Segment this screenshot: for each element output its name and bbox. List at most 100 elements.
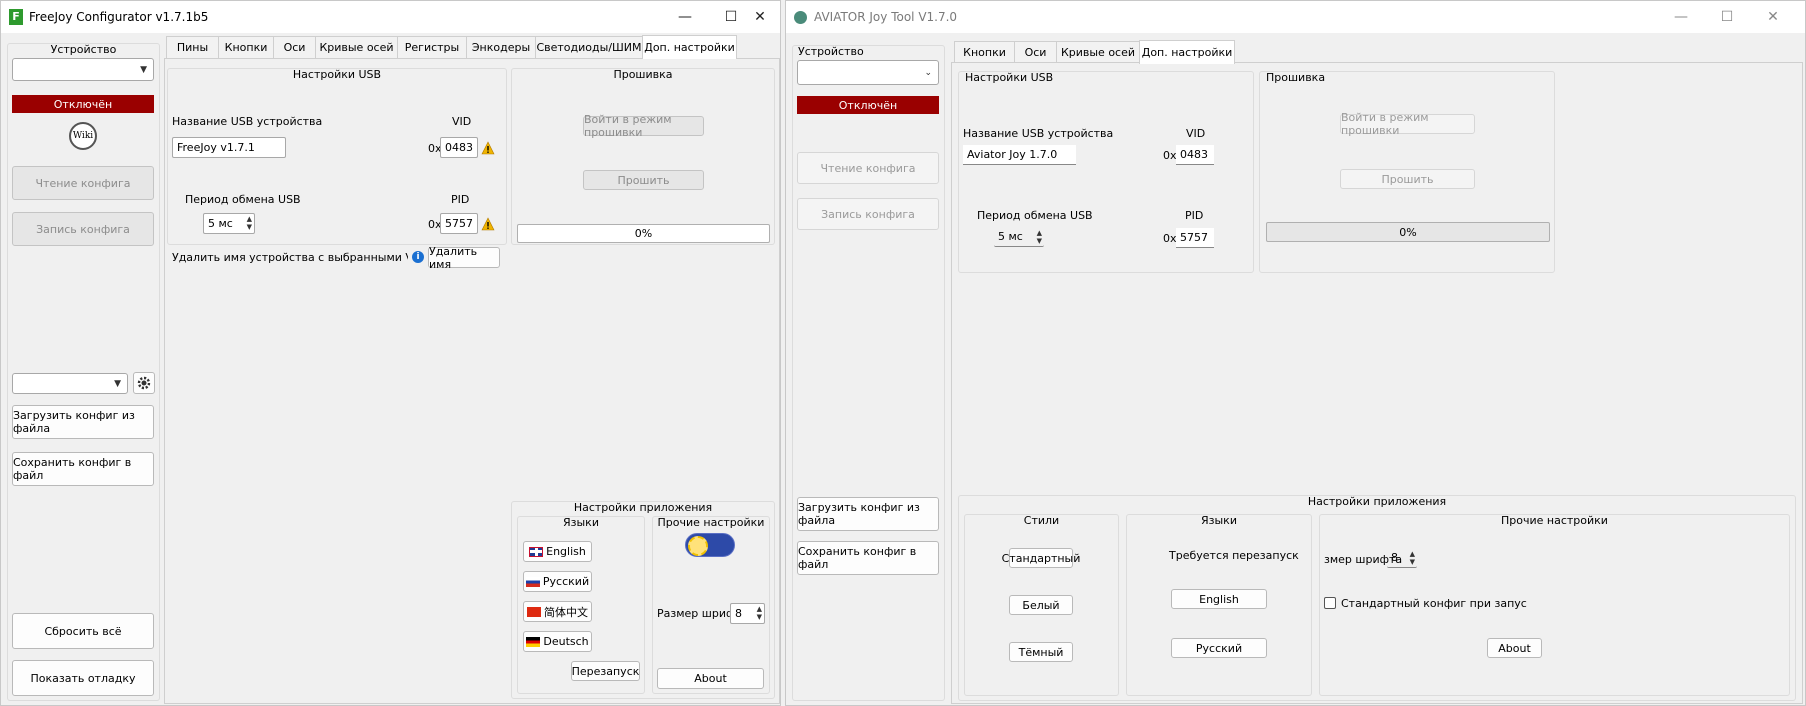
maximize-button[interactable]: ☐ [1704,1,1750,33]
tab-axis-curves[interactable]: Кривые осей [1056,41,1140,63]
font-size-spinbox[interactable]: 8 ▲ ▼ [1387,549,1417,568]
wiki-button[interactable]: Wiki [69,122,97,150]
load-config-file-button[interactable]: Загрузить конфиг из файла [12,405,154,439]
close-button[interactable]: ✕ [1750,1,1796,33]
firmware-group: Прошивка [511,68,775,245]
firmware-progress: 0% [517,224,770,243]
usb-name-label: Название USB устройства [963,127,1114,140]
lang-russian-label: Русский [542,575,590,588]
flash-button[interactable]: Прошить [1340,169,1475,189]
font-size-value: 8 [735,607,742,620]
pid-label: PID [451,193,470,206]
show-debug-button[interactable]: Показать отладку [12,660,154,696]
minimize-button[interactable]: — [662,1,708,33]
lang-russian-button[interactable]: Русский [1171,638,1267,658]
config-settings-button[interactable] [133,372,155,394]
usb-name-input[interactable]: Aviator Joy 1.7.0 [963,145,1076,165]
lang-english-button[interactable]: English [1171,589,1267,609]
style-white-button[interactable]: Белый [1009,595,1073,615]
reset-all-button[interactable]: Сбросить всё [12,613,154,649]
tab-registers[interactable]: Регистры [397,36,467,58]
write-config-button[interactable]: Запись конфига [797,198,939,230]
lang-russian-button[interactable]: Русский [523,571,592,592]
lang-german-label: Deutsch [543,635,589,648]
vid-input[interactable]: 0483 [440,137,478,158]
lang-chinese-label: 简体中文 [544,605,588,619]
tab-axis-curves[interactable]: Кривые осей [315,36,398,58]
title-bar: F FreeJoy Configurator v1.7.1b5 — ☐ ✕ [1,1,780,33]
close-button[interactable]: ✕ [737,1,783,33]
chevron-down-icon: ▼ [114,378,121,389]
vid-input[interactable]: 0483 [1176,145,1214,165]
load-config-file-button[interactable]: Загрузить конфиг из файла [797,497,939,531]
device-group-title: Устройство [798,45,864,58]
usb-period-label: Период обмена USB [185,193,301,206]
china-flag-icon [527,606,541,617]
usb-settings-title: Настройки USB [292,68,382,81]
tab-encoders[interactable]: Энкодеры [466,36,536,58]
delete-name-button[interactable]: Удалить имя [428,245,500,271]
languages-title: Языки [563,516,599,529]
app-settings-title: Настройки приложения [1307,495,1447,508]
minimize-button[interactable]: — [1658,1,1704,33]
firmware-title: Прошивка [613,68,673,81]
flash-button[interactable]: Прошить [583,170,704,190]
usb-period-spinbox[interactable]: 5 мс ▲ ▼ [994,228,1044,247]
window-title: FreeJoy Configurator v1.7.1b5 [29,10,209,24]
usb-settings-title: Настройки USB [965,71,1054,84]
spin-arrows-icon: ▲ ▼ [246,215,252,231]
window-title: AVIATOR Joy Tool V1.7.0 [814,10,958,24]
tab-pins[interactable]: Пины [166,36,219,58]
app-logo-icon: F [9,9,23,25]
usb-period-value: 5 мс [998,230,1023,243]
device-select[interactable]: ⌄ [797,60,939,85]
tab-axes[interactable]: Оси [273,36,316,58]
lang-german-button[interactable]: Deutsch [523,631,592,652]
pid-input[interactable]: 5757 [440,213,478,234]
other-settings-title: Прочие настройки [1501,514,1608,527]
read-config-button[interactable]: Чтение конфига [12,166,154,200]
usb-period-spinbox[interactable]: 5 мс ▲ ▼ [203,213,255,234]
style-dark-button[interactable]: Тёмный [1009,642,1073,662]
tab-leds-pwm[interactable]: Светодиоды/ШИМ [535,36,643,58]
read-config-button[interactable]: Чтение конфига [797,152,939,184]
font-size-spinbox[interactable]: 8 ▲ ▼ [730,603,765,624]
device-group: Устройство [792,45,945,701]
tab-buttons[interactable]: Кнопки [954,41,1015,63]
std-config-label: Стандартный конфиг при запус [1341,597,1527,610]
firmware-progress: 0% [1266,222,1550,242]
usb-name-input[interactable]: FreeJoy v1.7.1 [172,137,286,158]
enter-flash-mode-button[interactable]: Войти в режим прошивки [1340,111,1475,137]
restart-button[interactable]: Перезапуск [571,661,640,681]
vid-warning-icon [481,141,495,155]
config-select[interactable]: ▼ [12,373,128,394]
save-config-file-button[interactable]: Сохранить конфиг в файл [797,541,939,575]
tab-axes[interactable]: Оси [1014,41,1057,63]
pid-input[interactable]: 5757 [1176,228,1214,248]
about-button[interactable]: About [657,668,764,689]
spin-arrows-icon: ▲ ▼ [1409,550,1415,566]
gear-icon [137,376,151,390]
about-button[interactable]: About [1487,638,1542,658]
aviator-window: AVIATOR Joy Tool V1.7.0 — ☐ ✕ Устройство… [785,0,1806,706]
lang-english-button[interactable]: English [523,541,592,562]
std-config-checkbox[interactable] [1324,597,1336,609]
usb-period-value: 5 мс [208,217,233,230]
lang-chinese-button[interactable]: 简体中文 [523,601,592,622]
vid-label: VID [452,115,472,128]
germany-flag-icon [526,636,541,647]
style-standard-button[interactable]: Стандартный [1002,548,1080,568]
tab-buttons[interactable]: Кнопки [218,36,274,58]
tab-advanced-settings[interactable]: Доп. настройки [642,35,737,59]
save-config-file-button[interactable]: Сохранить конфиг в файл [12,452,154,486]
theme-toggle[interactable] [685,533,735,557]
tab-advanced-settings[interactable]: Доп. настройки [1139,40,1235,64]
chevron-down-icon: ▼ [140,64,147,75]
device-select[interactable]: ▼ [12,58,154,81]
uk-flag-icon [529,546,544,557]
languages-title: Языки [1201,514,1237,527]
enter-flash-mode-button[interactable]: Войти в режим прошивки [583,113,704,139]
write-config-button[interactable]: Запись конфига [12,212,154,246]
title-bar: AVIATOR Joy Tool V1.7.0 — ☐ ✕ [786,1,1805,33]
delete-name-label: Удалить имя устройства с выбранными VID/… [172,251,408,264]
